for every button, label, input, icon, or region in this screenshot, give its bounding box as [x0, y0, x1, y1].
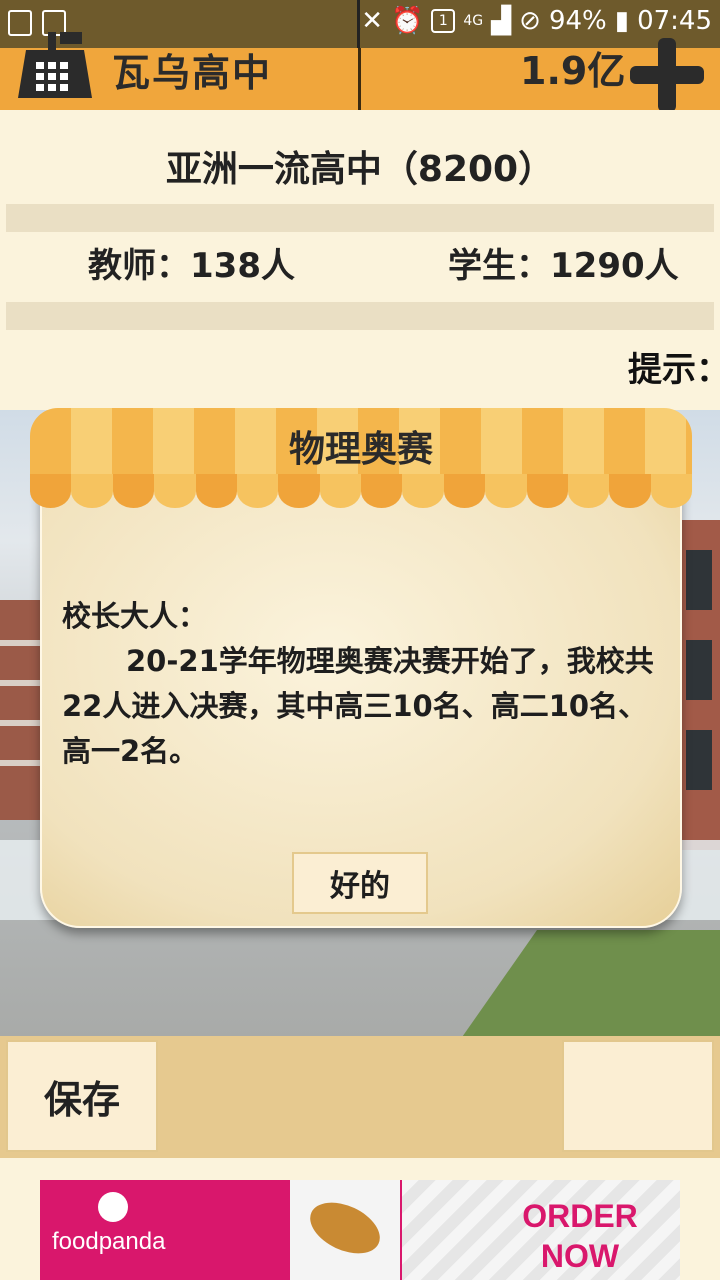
- network-type: 4G: [463, 13, 484, 29]
- school-rank: 亚洲一流高中（8200）: [165, 149, 555, 190]
- panda-logo-icon: [98, 1192, 128, 1222]
- food-image: [290, 1180, 400, 1280]
- save-button[interactable]: 保存: [6, 1040, 158, 1152]
- add-money-button[interactable]: [630, 38, 704, 112]
- ad-cta-line2: NOW: [540, 1238, 620, 1274]
- ok-button[interactable]: 好的: [292, 852, 428, 914]
- secondary-button[interactable]: [562, 1040, 714, 1152]
- ad-brand: foodpanda: [52, 1228, 166, 1255]
- divider-stripe: [6, 204, 714, 232]
- battery-percent: 94%: [548, 6, 607, 36]
- school-info-panel: 亚洲一流高中（8200） 教师：138人 学生：1290人 提示：: [0, 110, 720, 410]
- ad-cta[interactable]: ORDER NOW: [480, 1196, 680, 1276]
- student-count: 学生：1290人: [448, 246, 679, 286]
- dialog-title: 物理奥赛: [288, 429, 433, 470]
- header-divider-top: [357, 0, 360, 48]
- mute-icon: ✕: [361, 6, 384, 36]
- ad-banner[interactable]: foodpanda ORDER NOW: [40, 1180, 680, 1280]
- top-bar: 瓦乌高中 1.9亿: [0, 32, 720, 112]
- signal-icon: ▟: [491, 6, 512, 36]
- calculator-icon[interactable]: [14, 28, 96, 100]
- alarm-icon: ⏰: [391, 6, 424, 36]
- clock: 07:45: [637, 6, 712, 36]
- divider-stripe: [6, 302, 714, 330]
- no-disturb-icon: ⊘: [519, 6, 541, 36]
- sim-badge: 1: [431, 9, 456, 33]
- awning-scallops: [30, 474, 692, 508]
- bottom-bar: 保存: [0, 1036, 720, 1158]
- battery-icon: ▮: [614, 6, 630, 36]
- dialog-message: 校长大人： 20-21学年物理奥赛决赛开始了，我校共22人进入决赛，其中高三10…: [62, 594, 662, 774]
- event-dialog: 物理奥赛 校长大人： 20-21学年物理奥赛决赛开始了，我校共22人进入决赛，其…: [30, 408, 692, 930]
- dialog-body-text: 20-21学年物理奥赛决赛开始了，我校共22人进入决赛，其中高三10名、高二10…: [62, 639, 662, 774]
- dialog-greeting: 校长大人：: [62, 599, 208, 633]
- grass-patch: [460, 930, 720, 1040]
- school-name: 瓦乌高中: [112, 51, 273, 95]
- ad-cta-line1: ORDER: [522, 1198, 638, 1234]
- header-divider: [358, 48, 361, 110]
- money-amount: 1.9亿: [520, 49, 626, 93]
- hint-ticker: 提示：: [628, 350, 720, 390]
- dialog-body-content: 20-21学年物理奥赛决赛开始了，我校共22人进入决赛，其中高三10名、高二10…: [62, 644, 654, 768]
- teacher-count: 教师：138人: [88, 246, 295, 286]
